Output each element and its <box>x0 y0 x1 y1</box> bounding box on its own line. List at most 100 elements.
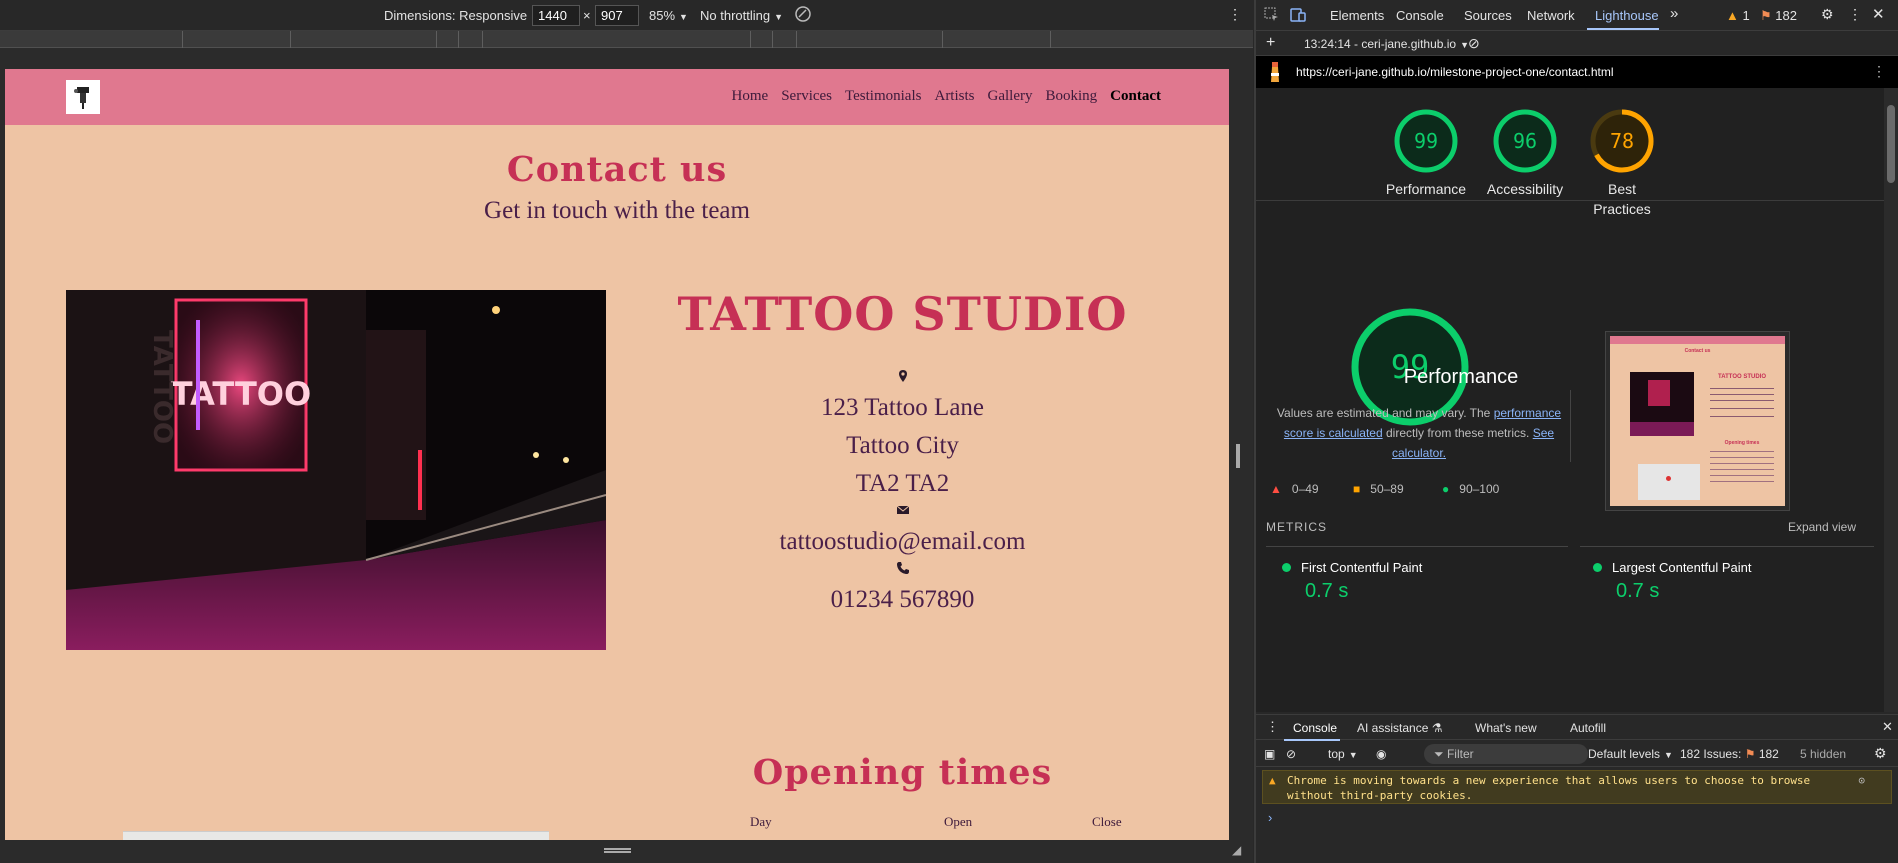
email-link[interactable]: tattoostudio@email.com <box>665 523 1140 561</box>
console-toolbar: ▣ ⊘ top ▼ ◉ ⏷ Filter Default levels ▼ 182 … <box>1256 741 1898 767</box>
site-nav-links: Home Services Testimonials Artists Galle… <box>732 88 1161 105</box>
nav-booking[interactable]: Booking <box>1045 88 1097 105</box>
kebab-menu-icon[interactable]: ⋮ <box>1848 6 1862 23</box>
site-navbar: Home Services Testimonials Artists Galle… <box>5 69 1229 125</box>
hidden-messages-count: 5 hidden <box>1800 747 1847 761</box>
zoom-dropdown[interactable]: 85% ▼ <box>649 8 688 23</box>
report-menu-icon[interactable]: ⋮ <box>1872 63 1886 80</box>
legend-average: ■ 50–89 <box>1353 482 1404 496</box>
console-sidebar-icon[interactable]: ▣ <box>1264 747 1275 761</box>
viewport-resize-corner[interactable]: ◢ <box>1232 843 1241 857</box>
phone-icon <box>665 561 1140 581</box>
circle-icon: ● <box>1442 482 1450 496</box>
gauge-performance-score: 99 <box>1414 129 1438 153</box>
inspect-element-icon[interactable] <box>1264 7 1280 23</box>
chevron-down-icon: ▼ <box>679 12 688 22</box>
active-tab-indicator <box>1587 28 1659 30</box>
close-devtools-icon[interactable]: ✕ <box>1872 5 1885 23</box>
tab-sources[interactable]: Sources <box>1464 8 1512 23</box>
drawer-tabbar: ⋮ Console AI assistance ⚗ What's new Aut… <box>1256 714 1898 741</box>
report-scroll-thumb[interactable] <box>1887 105 1895 183</box>
metric-fcp: First Contentful Paint <box>1282 560 1422 575</box>
new-report-plus-icon[interactable]: + <box>1266 34 1275 52</box>
nav-artists[interactable]: Artists <box>934 88 974 105</box>
width-input[interactable]: 1440 <box>532 5 580 26</box>
tattoo-machine-icon <box>74 87 89 109</box>
tab-console[interactable]: Console <box>1396 8 1444 23</box>
legend-fail: ▲ 0–49 <box>1270 482 1319 496</box>
live-expression-eye-icon[interactable]: ◉ <box>1376 747 1386 761</box>
chevron-down-icon: ▼ <box>1664 750 1673 760</box>
flask-icon: ⚗ <box>1431 721 1443 735</box>
phone-number: 01234 567890 <box>830 586 975 613</box>
nav-gallery[interactable]: Gallery <box>988 88 1033 105</box>
more-options-icon[interactable]: ⋮ <box>1228 6 1242 23</box>
page-screenshot-thumbnail[interactable]: Contact us TATTOO STUDIO Opening times <box>1605 331 1790 511</box>
tab-elements[interactable]: Elements <box>1330 8 1384 23</box>
pass-dot-icon <box>1593 563 1602 572</box>
contact-heading: Contact us <box>506 149 728 190</box>
viewport-resize-handle[interactable] <box>1236 444 1240 468</box>
issues-counter[interactable]: 182 Issues: ⚑ 182 <box>1680 747 1779 761</box>
nav-services[interactable]: Services <box>781 88 832 105</box>
throttling-dropdown[interactable]: No throttling ▼ <box>700 8 783 23</box>
issue-flag-icon: ⚑ <box>1744 747 1756 761</box>
clear-reports-icon[interactable]: ⊘ <box>1468 35 1480 52</box>
chevron-down-icon: ▼ <box>774 12 784 22</box>
thumb-contact-heading: Contact us <box>1684 348 1711 354</box>
viewport-resize-handle-bottom[interactable] <box>604 848 631 853</box>
console-filter-input[interactable]: ⏷ Filter <box>1424 744 1588 764</box>
metric-lcp-value: 0.7 s <box>1616 580 1660 602</box>
device-toolbar-icon[interactable] <box>1290 7 1306 23</box>
nav-contact[interactable]: Contact <box>1110 88 1161 105</box>
contact-subheading: Get in touch with the team <box>484 197 750 224</box>
console-prompt[interactable]: › <box>1268 810 1272 825</box>
settings-gear-icon[interactable]: ⚙ <box>1821 6 1834 23</box>
vertical-separator <box>1570 390 1571 462</box>
rotate-icon[interactable] <box>794 5 812 26</box>
hours-header-day: Day <box>750 814 772 829</box>
more-tabs-icon[interactable]: » <box>1670 5 1678 22</box>
gauge-performance[interactable]: 99 Performance <box>1376 88 1476 199</box>
dimensions-dropdown[interactable]: Dimensions: Responsive▼ <box>384 8 540 23</box>
console-settings-gear-icon[interactable]: ⚙ <box>1874 745 1887 762</box>
triangle-icon: ▲ <box>1270 482 1282 496</box>
warnings-badge[interactable]: ▲ 1 <box>1726 8 1750 23</box>
close-drawer-icon[interactable]: ✕ <box>1882 719 1893 735</box>
report-url-bar: https://ceri-jane.github.io/milestone-pr… <box>1256 56 1898 88</box>
height-input[interactable]: 907 <box>595 5 639 26</box>
clear-console-icon[interactable]: ⊘ <box>1286 747 1296 761</box>
devtools-panel: Elements Console Sources Network Lightho… <box>1256 0 1898 863</box>
lighthouse-logo-icon <box>1266 61 1284 83</box>
drawer-tab-ai-assistance[interactable]: AI assistance ⚗ <box>1357 721 1442 735</box>
nav-testimonials[interactable]: Testimonials <box>845 88 921 105</box>
legend-pass: ● 90–100 <box>1442 482 1500 496</box>
square-icon: ■ <box>1353 482 1361 496</box>
issues-badge[interactable]: ⚑ 182 <box>1760 8 1797 24</box>
gauge-accessibility[interactable]: 96 Accessibility <box>1470 88 1580 199</box>
metric-lcp: Largest Contentful Paint <box>1593 560 1751 575</box>
pass-dot-icon <box>1282 563 1291 572</box>
tab-lighthouse[interactable]: Lighthouse <box>1595 8 1659 23</box>
drawer-menu-icon[interactable]: ⋮ <box>1266 719 1279 735</box>
map-embed[interactable] <box>123 831 549 840</box>
media-query-ruler <box>0 31 1253 48</box>
envelope-icon <box>665 503 1140 523</box>
neon-sign-text: TATTOO <box>171 375 311 413</box>
context-selector[interactable]: top ▼ <box>1328 747 1358 761</box>
log-levels-dropdown[interactable]: Default levels ▼ <box>1588 747 1673 761</box>
drawer-tab-console[interactable]: Console <box>1293 721 1337 735</box>
emulated-page: Home Services Testimonials Artists Galle… <box>5 69 1229 840</box>
cookie-badge-icon[interactable]: ⊙ <box>1858 773 1865 788</box>
lighthouse-report: 99 Performance 96 Accessibility 78 Best … <box>1256 88 1884 712</box>
drawer-tab-autofill[interactable]: Autofill <box>1570 721 1606 735</box>
site-logo[interactable] <box>66 80 100 114</box>
tab-network[interactable]: Network <box>1527 8 1575 23</box>
report-selector[interactable]: 13:24:14 - ceri-jane.github.io ▼ <box>1304 37 1469 51</box>
report-url[interactable]: https://ceri-jane.github.io/milestone-pr… <box>1296 65 1614 79</box>
drawer-tab-whats-new[interactable]: What's new <box>1475 721 1537 735</box>
nav-home[interactable]: Home <box>732 88 769 105</box>
metric-fcp-value: 0.7 s <box>1305 580 1349 602</box>
expand-view-toggle[interactable]: Expand view <box>1788 520 1856 534</box>
wall-lettering: TATTOO <box>147 330 177 444</box>
